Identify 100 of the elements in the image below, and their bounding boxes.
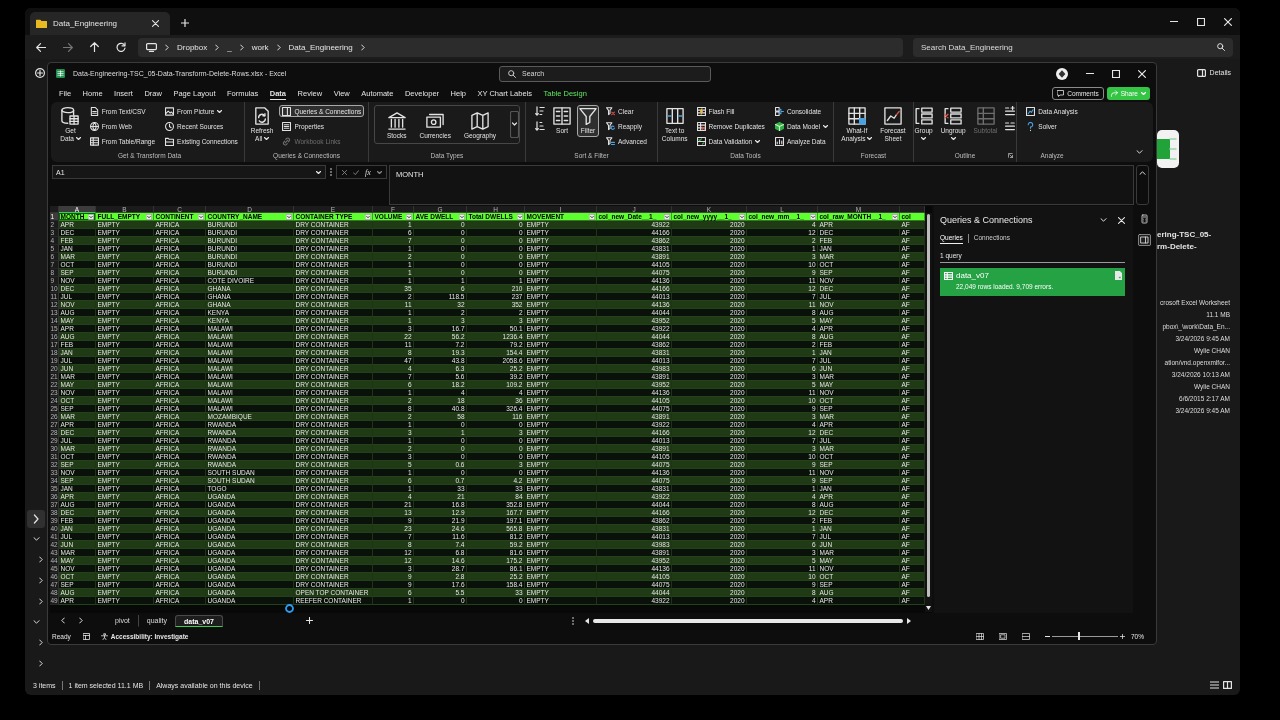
- horizontal-scrollbar[interactable]: [583, 616, 913, 625]
- filter-dropdown-icon[interactable]: [286, 213, 292, 220]
- breadcrumb-item[interactable]: Data_Engineering: [288, 42, 353, 52]
- filter-dropdown-icon[interactable]: [365, 213, 371, 220]
- maximize-icon[interactable]: [1197, 17, 1205, 26]
- back-arrow-icon[interactable]: [36, 42, 46, 52]
- normal-view-icon[interactable]: [976, 632, 984, 640]
- side-panel-icon[interactable]: [1137, 234, 1151, 246]
- map-icon: [470, 112, 489, 130]
- chevron-right-icon[interactable]: [39, 639, 43, 646]
- filter-dropdown-icon[interactable]: [892, 213, 898, 220]
- cancel-icon: [342, 169, 347, 175]
- filter-dropdown-icon[interactable]: [459, 213, 465, 220]
- dialog-launcher-icon[interactable]: [1008, 152, 1013, 158]
- caret-down-icon: [755, 139, 761, 143]
- collapse-ribbon-icon[interactable]: [1136, 150, 1143, 154]
- picture-icon: [165, 106, 175, 116]
- share-icon: [1110, 89, 1118, 97]
- chevron-right-icon[interactable]: [39, 598, 43, 605]
- maximize-icon[interactable]: [1112, 69, 1120, 78]
- consolidate-icon: [774, 106, 784, 116]
- funnel-icon: [579, 107, 598, 125]
- close-icon[interactable]: [1118, 216, 1125, 224]
- up-arrow-icon[interactable]: [90, 42, 99, 52]
- query-name: data_v07: [956, 271, 989, 280]
- search-icon[interactable]: [1217, 43, 1225, 51]
- filter-dropdown-icon[interactable]: [198, 213, 204, 220]
- refresh-icon[interactable]: [116, 42, 126, 52]
- vertical-scrollbar[interactable]: [925, 213, 932, 612]
- sort-descending-icon[interactable]: [535, 121, 546, 131]
- worksheet-icon[interactable]: [82, 632, 90, 640]
- spreadsheet-file-icon: [1157, 130, 1179, 168]
- chevron-right-icon[interactable]: [39, 660, 43, 667]
- spreadsheet-app-icon: [56, 69, 65, 78]
- add-sheet-icon[interactable]: [306, 617, 313, 624]
- remove-duplicates-icon: [696, 121, 706, 131]
- minus-icon[interactable]: [1045, 635, 1050, 637]
- split-columns-icon: [665, 107, 684, 125]
- details-view-icon[interactable]: [1210, 681, 1219, 689]
- chevron-right-icon[interactable]: [79, 617, 83, 624]
- enter-icon: [353, 169, 359, 175]
- chevron-down-icon[interactable]: [32, 620, 40, 624]
- page-break-icon[interactable]: [1022, 632, 1030, 640]
- sort-ascending-icon[interactable]: [535, 106, 546, 116]
- filter-dropdown-icon[interactable]: [88, 213, 94, 220]
- chevron-right-icon: [215, 43, 220, 51]
- filter-dropdown-icon[interactable]: [739, 213, 745, 220]
- funnel-settings-icon: [606, 136, 616, 146]
- new-tab-icon[interactable]: [181, 19, 189, 27]
- chevron-right-icon[interactable]: [39, 577, 43, 584]
- add-circle-icon[interactable]: [35, 67, 45, 78]
- flash-fill-icon: [696, 106, 706, 116]
- bank-building-icon: [387, 112, 406, 130]
- scroll-left-icon: [585, 617, 589, 624]
- banknotes-icon: [426, 112, 445, 130]
- clock-icon: [165, 121, 175, 131]
- chevron-down-icon[interactable]: [32, 537, 40, 541]
- database-table-icon: [61, 107, 80, 125]
- chevron-left-icon[interactable]: [61, 617, 65, 624]
- hide-detail-icon[interactable]: [1005, 121, 1016, 131]
- folder-icon: [36, 19, 47, 28]
- filter-dropdown-icon[interactable]: [589, 213, 595, 220]
- breadcrumb-item[interactable]: work: [251, 42, 269, 52]
- breadcrumb-item[interactable]: _: [227, 42, 232, 52]
- caret-down-icon: [1141, 91, 1146, 95]
- close-icon[interactable]: [152, 20, 159, 27]
- close-icon[interactable]: [1138, 69, 1146, 78]
- search-field[interactable]: Search Data_Engineering: [913, 37, 1233, 57]
- account-icon[interactable]: [1056, 67, 1068, 80]
- chevron-up-icon: [1139, 171, 1146, 175]
- folder-tab[interactable]: Data_Engineering: [30, 12, 170, 35]
- filter-dropdown-icon[interactable]: [810, 213, 816, 220]
- address-bar[interactable]: Dropbox _ work Data_Engineering: [138, 37, 903, 57]
- funnel-clear-icon: [606, 106, 616, 116]
- close-icon[interactable]: [1224, 17, 1232, 26]
- chevron-right-icon: [276, 43, 281, 51]
- filter-dropdown-icon[interactable]: [146, 213, 152, 220]
- file-name-text: ering-TSC_05-: [1157, 229, 1212, 241]
- cursor-ring-icon: [285, 604, 294, 613]
- forward-arrow-icon[interactable]: [63, 42, 73, 52]
- text-file-icon: [89, 106, 99, 116]
- chevron-right-icon[interactable]: [39, 556, 43, 563]
- filter-dropdown-icon[interactable]: [664, 213, 670, 220]
- insert-function-button[interactable]: fx: [365, 167, 371, 177]
- filter-dropdown-icon[interactable]: [517, 213, 523, 220]
- gallery-more-icon[interactable]: [510, 111, 520, 138]
- chevron-right-icon: [360, 43, 365, 51]
- page-layout-icon[interactable]: [999, 632, 1007, 640]
- chevron-right-icon[interactable]: [27, 510, 45, 528]
- zoom-slider-thumb[interactable]: [1078, 632, 1081, 640]
- subtotal-table-icon: [976, 107, 995, 125]
- tiles-view-icon[interactable]: [1223, 681, 1232, 689]
- plus-icon[interactable]: [1120, 633, 1125, 639]
- globe-icon: [89, 121, 99, 131]
- collapse-pane-icon[interactable]: [1100, 218, 1107, 222]
- breadcrumb-item[interactable]: Dropbox: [177, 42, 208, 52]
- show-detail-icon[interactable]: [1005, 106, 1016, 116]
- cube-icon: [774, 121, 784, 131]
- filter-dropdown-icon[interactable]: [406, 213, 412, 220]
- calculator-icon[interactable]: [1140, 214, 1148, 224]
